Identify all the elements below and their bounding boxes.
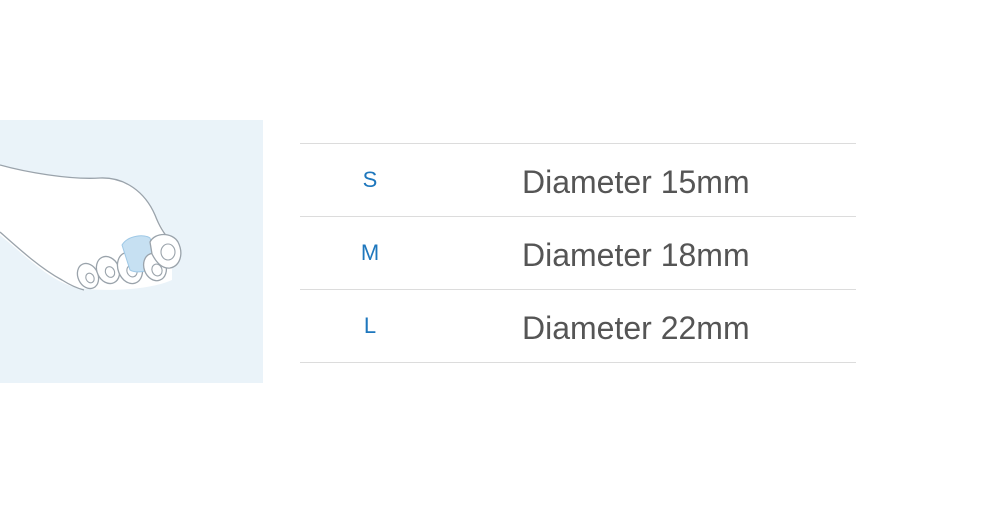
size-row-l: L Diameter 22mm: [300, 289, 856, 363]
size-row-s: S Diameter 15mm: [300, 143, 856, 216]
foot-with-toe-sleeve-icon: [0, 164, 182, 291]
size-label: M: [360, 240, 380, 265]
size-description: Diameter 15mm: [522, 164, 750, 200]
size-label: S: [362, 167, 378, 192]
foot-illustration: [0, 120, 263, 383]
size-row-m: M Diameter 18mm: [300, 216, 856, 289]
size-description: Diameter 18mm: [522, 237, 750, 273]
size-label: L: [363, 313, 377, 338]
size-description: Diameter 22mm: [522, 310, 750, 346]
size-table: S Diameter 15mm M Diameter 18mm L Diamet…: [300, 143, 856, 363]
